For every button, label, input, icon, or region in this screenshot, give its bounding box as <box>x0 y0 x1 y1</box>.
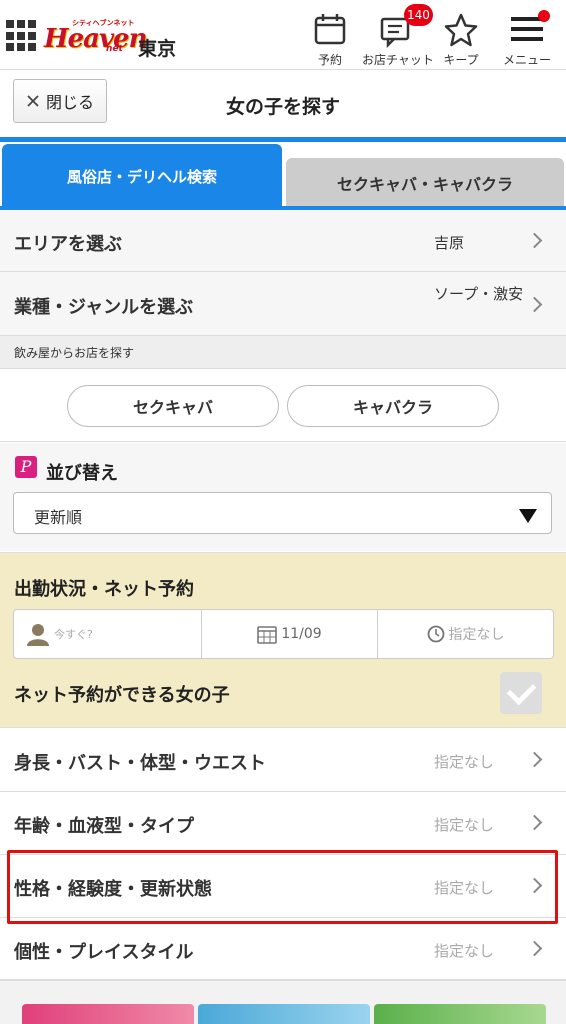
play-style-row[interactable]: 個性・プレイスタイル 指定なし <box>0 918 566 980</box>
sort-section: P 並び替え 更新順 <box>0 443 566 551</box>
grid-menu-icon[interactable] <box>6 20 38 52</box>
attendance-section: 出勤状況・ネット予約 今すぐ? 11/09 指定なし ネット予約ができる女の子 <box>0 552 566 728</box>
net-reserve-label: ネット予約ができる女の子 <box>14 685 230 706</box>
region-label: 東京 <box>138 38 177 60</box>
banner-image[interactable] <box>374 1004 546 1024</box>
sort-selected: 更新順 <box>34 508 83 527</box>
logo-net-text: net <box>106 44 123 54</box>
chat-label: お店チャット <box>362 53 434 67</box>
chevron-right-icon <box>526 232 543 249</box>
genre-label: 業種・ジャンルを選ぶ <box>14 297 194 318</box>
chevron-right-icon <box>526 877 543 894</box>
banner-image[interactable] <box>22 1004 194 1024</box>
personality-label: 性格・経験度・更新状態 <box>14 879 212 900</box>
premium-p-icon: P <box>15 456 37 478</box>
keep-label: キープ <box>443 53 479 67</box>
chat-button[interactable]: 140 お店チャット <box>362 4 434 68</box>
search-tabs: 風俗店・デリヘル検索 セクキャバ・キャバクラ <box>0 142 566 208</box>
time-filter[interactable]: 指定なし <box>378 610 553 658</box>
date-filter[interactable]: 11/09 <box>202 610 378 658</box>
top-header: シティヘブンネット Heaven net 東京 予約 140 お店チャット キー… <box>0 0 566 70</box>
menu-button[interactable]: メニュー <box>492 8 562 68</box>
sort-select[interactable]: 更新順 <box>13 492 552 534</box>
logo-text: Heaven <box>44 24 148 54</box>
personality-value: 指定なし <box>434 879 495 897</box>
body-type-label: 身長・バスト・体型・ウエスト <box>14 753 266 774</box>
now-filter[interactable]: 今すぐ? <box>14 610 202 658</box>
notification-dot <box>538 10 550 22</box>
area-value: 吉原 <box>434 234 465 252</box>
chevron-right-icon <box>526 814 543 831</box>
kyabakura-button[interactable]: キャバクラ <box>287 385 499 427</box>
body-type-row[interactable]: 身長・バスト・体型・ウエスト 指定なし <box>0 729 566 792</box>
chevron-right-icon <box>526 751 543 768</box>
title-bar: 閉じる 女の子を探す <box>0 70 566 138</box>
clock-icon <box>427 625 444 643</box>
net-reserve-checkbox[interactable] <box>500 672 542 714</box>
age-row[interactable]: 年齢・血液型・タイプ 指定なし <box>0 792 566 855</box>
keep-button[interactable]: キープ <box>426 8 496 68</box>
bar-buttons: セクキャバ キャバクラ <box>0 369 566 442</box>
bar-section-title: 飲み屋からお店を探す <box>0 336 566 369</box>
reserve-button[interactable]: 予約 <box>295 8 365 68</box>
menu-label: メニュー <box>502 53 551 67</box>
banner-image[interactable] <box>198 1004 370 1024</box>
age-label: 年齢・血液型・タイプ <box>14 816 194 837</box>
page-title: 女の子を探す <box>225 96 340 118</box>
dropdown-arrow-icon <box>519 509 537 523</box>
area-label: エリアを選ぶ <box>14 234 122 255</box>
sort-title: 並び替え <box>46 463 118 484</box>
time-value: 指定なし <box>448 627 505 643</box>
site-logo[interactable]: シティヘブンネット Heaven net <box>44 18 148 54</box>
star-icon <box>444 13 478 47</box>
calendar-icon <box>257 626 278 644</box>
personality-row[interactable]: 性格・経験度・更新状態 指定なし <box>0 855 566 918</box>
tab-fuzoku-search[interactable]: 風俗店・デリヘル検索 <box>2 144 282 208</box>
reserve-label: 予約 <box>317 53 342 67</box>
area-row[interactable]: エリアを選ぶ 吉原 <box>0 210 566 272</box>
calendar-icon <box>314 14 346 45</box>
genre-row[interactable]: 業種・ジャンルを選ぶ ソープ・激安 <box>0 272 566 336</box>
play-style-value: 指定なし <box>434 942 495 960</box>
tab-sekukyaba-search[interactable]: セクキャバ・キャバクラ <box>286 158 564 208</box>
body-type-value: 指定なし <box>434 753 495 771</box>
genre-value: ソープ・激安 <box>434 285 524 303</box>
attendance-title: 出勤状況・ネット予約 <box>14 579 194 600</box>
sekukyaba-button[interactable]: セクキャバ <box>67 385 279 427</box>
person-icon <box>27 624 49 646</box>
date-value: 11/09 <box>281 626 322 642</box>
play-style-label: 個性・プレイスタイル <box>14 942 194 963</box>
age-value: 指定なし <box>434 816 495 834</box>
now-placeholder: 今すぐ? <box>54 628 93 641</box>
chevron-right-icon <box>526 940 543 957</box>
chevron-right-icon <box>526 296 543 313</box>
attendance-filter: 今すぐ? 11/09 指定なし <box>13 609 554 659</box>
